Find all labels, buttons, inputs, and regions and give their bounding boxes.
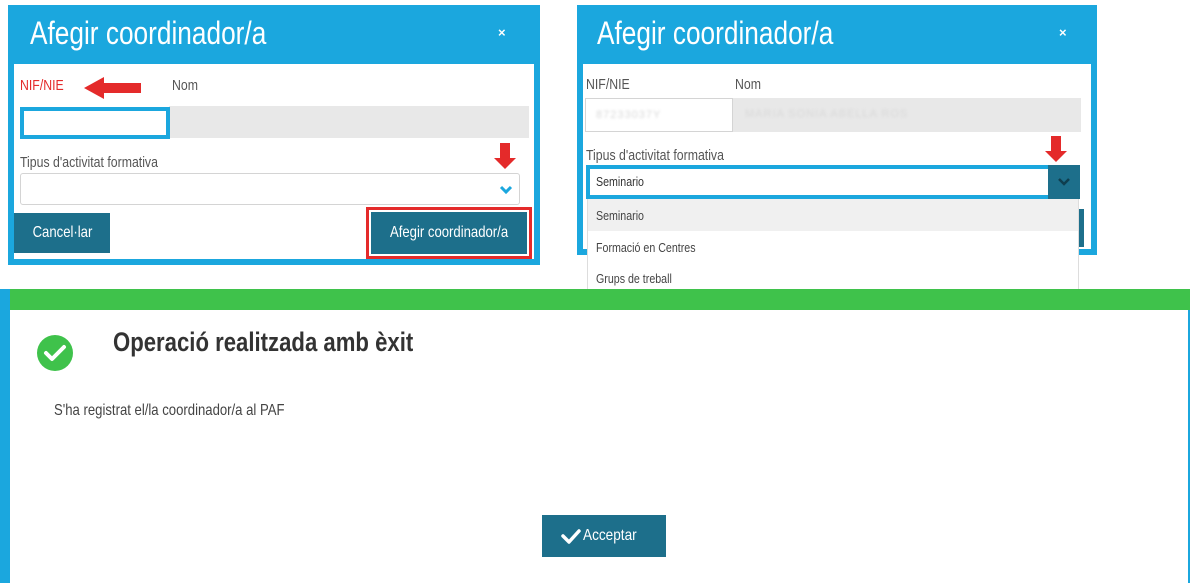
check-icon <box>561 529 582 544</box>
name-label: Nom <box>172 77 198 94</box>
check-circle-icon <box>37 335 73 371</box>
nif-label: NIF/NIE <box>20 77 64 94</box>
activity-type-label: Tipus d'activitat formativa <box>20 154 158 171</box>
nif-input[interactable] <box>20 107 170 139</box>
success-bar <box>10 289 1190 310</box>
red-arrow-left-icon <box>84 77 144 99</box>
dropdown-option[interactable]: Seminario <box>588 199 1078 231</box>
dialog-title: Afegir coordinador/a <box>30 15 267 51</box>
add-coordinator-dialog-empty: Afegir coordinador/a × NIF/NIE Nom Tipus… <box>8 5 540 265</box>
cancel-button[interactable]: Cancel·lar <box>14 213 110 253</box>
nif-input[interactable]: 87233037Y <box>585 98 733 132</box>
dropdown-option[interactable]: Grups de treball <box>588 263 1078 291</box>
activity-type-label: Tipus d'activitat formativa <box>586 147 724 164</box>
nif-label: NIF/NIE <box>586 76 630 93</box>
activity-type-select[interactable]: Seminario <box>586 165 1080 199</box>
activity-type-select[interactable] <box>20 173 520 205</box>
dropdown-option[interactable]: Formació en Centres <box>588 231 1078 263</box>
name-label: Nom <box>735 76 761 93</box>
success-title: Operació realitzada amb èxit <box>113 327 414 357</box>
dropdown-toggle-button[interactable] <box>1048 165 1080 199</box>
name-field: MARIA SONIA ABELLA ROS <box>731 98 1081 132</box>
dialog-title: Afegir coordinador/a <box>597 15 834 51</box>
chevron-down-icon <box>499 185 513 195</box>
activity-type-dropdown: Seminario Formació en Centres Grups de t… <box>587 199 1079 291</box>
chevron-down-icon <box>1058 178 1070 186</box>
red-arrow-down-icon <box>1045 136 1067 164</box>
success-dialog: Operació realitzada amb èxit S'ha regist… <box>0 289 1190 583</box>
dialog-body: NIF/NIE Nom Tipus d'activitat formativa … <box>14 64 534 259</box>
name-field <box>169 106 529 138</box>
accept-button[interactable]: Acceptar <box>542 515 666 557</box>
close-icon[interactable]: × <box>498 25 506 40</box>
red-arrow-down-icon <box>494 143 516 171</box>
add-coordinator-button[interactable]: Afegir coordinador/a <box>371 212 527 254</box>
success-body: Operació realitzada amb èxit S'ha regist… <box>10 310 1188 583</box>
success-message: S'ha registrat el/la coordinador/a al PA… <box>54 402 285 419</box>
close-icon[interactable]: × <box>1059 25 1067 40</box>
select-value: Seminario <box>596 174 644 189</box>
